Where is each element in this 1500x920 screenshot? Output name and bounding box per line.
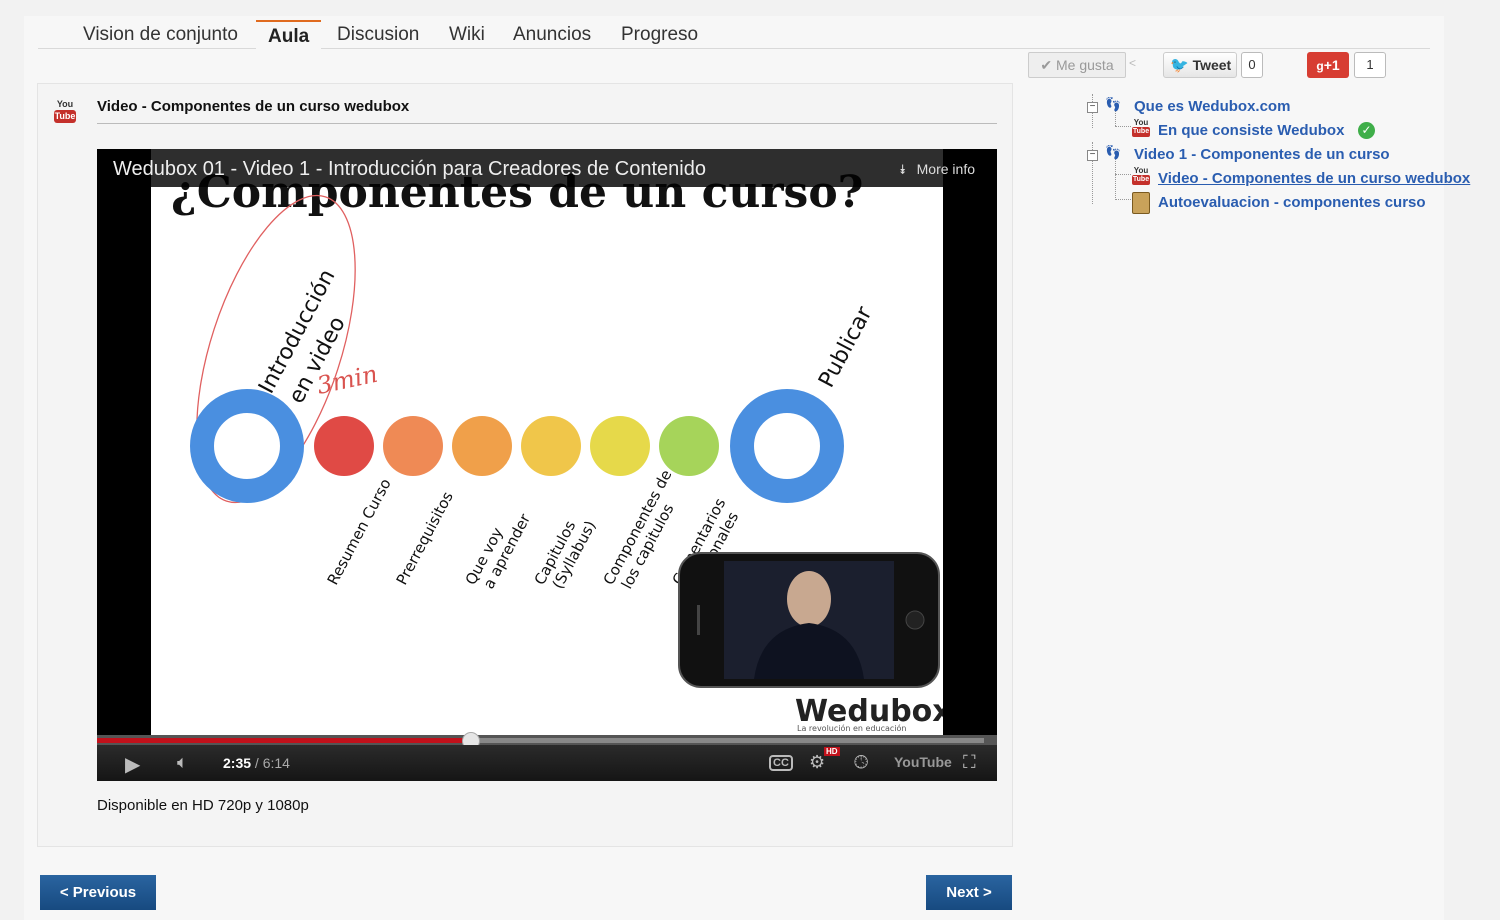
unit-caption: Disponible en HD 720p y 1080p: [97, 797, 309, 814]
clipboard-quiz-icon: [1132, 192, 1150, 214]
fullscreen-icon[interactable]: ⛶: [963, 752, 976, 773]
step-label-2: Prerrequisitos: [393, 488, 457, 587]
video-time: 2:35 / 6:14: [223, 755, 290, 771]
unit-panel: You Tube Video - Componentes de un curso…: [37, 83, 1013, 847]
youtube-icon: You Tube: [1132, 166, 1150, 185]
gplus-label: +1: [1323, 57, 1340, 73]
tab-anuncios[interactable]: Anuncios: [513, 24, 591, 46]
step-circle-2: [383, 416, 443, 476]
hd-badge: HD: [824, 747, 840, 756]
outline-section-1[interactable]: Que es Wedubox.com: [1134, 98, 1290, 115]
tab-vision-de-conjunto[interactable]: Vision de conjunto: [83, 24, 238, 46]
completed-check-icon: ✓: [1358, 122, 1375, 139]
video-title-bar: Wedubox 01 - Video 1 - Introducción para…: [97, 149, 997, 187]
step-circle-4: [521, 416, 581, 476]
played-bar: [97, 738, 470, 743]
start-ring: [190, 389, 304, 503]
brand-tagline: La revolución en educación: [797, 723, 906, 733]
video-frame: ¿Componentes de un curso? Introducción e…: [151, 149, 952, 735]
step-circle-1: [314, 416, 374, 476]
outline-section-2[interactable]: Video 1 - Componentes de un curso: [1134, 146, 1390, 163]
duration: 6:14: [262, 755, 290, 771]
course-nav: Vision de conjunto Aula Discusion Wiki A…: [38, 16, 1430, 52]
video-controls: ▶ 🔈︎ 2:35 / 6:14 CC ⚙ HD 🕓︎ YouTube ⛶: [97, 745, 997, 781]
chevron-left-icon: <: [1129, 56, 1137, 70]
chevron-down-icon: ⯯: [898, 162, 907, 177]
next-button[interactable]: Next >: [926, 875, 1012, 910]
slide-end-label: Publicar: [814, 302, 878, 392]
gplus-count: 1: [1354, 52, 1386, 78]
captions-button[interactable]: CC: [769, 755, 793, 771]
tab-progreso[interactable]: Progreso: [621, 24, 698, 46]
outline-item-current-video[interactable]: Video - Componentes de un curso wedubox: [1158, 170, 1470, 187]
step-circle-5: [590, 416, 650, 476]
video-progress-bar[interactable]: [97, 732, 997, 750]
end-ring: [730, 389, 844, 503]
volume-icon[interactable]: 🔈︎: [177, 752, 188, 773]
more-info-label: More info: [916, 161, 975, 177]
video-title[interactable]: Wedubox 01 - Video 1 - Introducción para…: [113, 158, 706, 181]
settings-gear-icon[interactable]: ⚙: [809, 752, 825, 773]
twitter-bird-icon: 🐦: [1170, 57, 1189, 74]
tweet-count: 0: [1241, 52, 1263, 78]
tweet-label: Tweet: [1192, 57, 1232, 73]
video-player[interactable]: ¿Componentes de un curso? Introducción e…: [97, 149, 997, 781]
play-icon[interactable]: ▶: [125, 752, 140, 777]
slide-graphic: ¿Componentes de un curso? Introducción e…: [171, 167, 952, 733]
youtube-icon: You Tube: [54, 99, 76, 123]
step-label-1: Resumen Curso: [324, 476, 395, 588]
section-2-toggle[interactable]: −: [1087, 150, 1098, 161]
gplus-icon: g: [1316, 59, 1324, 73]
footprints-icon: 👣︎: [1104, 96, 1122, 112]
tweet-button[interactable]: 🐦 Tweet: [1163, 52, 1237, 78]
outline-item-en-que-consiste[interactable]: En que consiste Wedubox: [1158, 122, 1344, 139]
tab-wiki[interactable]: Wiki: [449, 24, 485, 46]
current-time: 2:35: [223, 755, 252, 771]
unit-title: Video - Componentes de un curso wedubox: [97, 98, 997, 124]
footprints-icon: 👣︎: [1104, 144, 1122, 160]
section-1-toggle[interactable]: −: [1087, 102, 1098, 113]
watch-later-clock-icon[interactable]: 🕓︎: [854, 752, 868, 773]
tab-aula[interactable]: Aula: [256, 20, 322, 52]
presenter-phone: [678, 552, 940, 688]
like-button[interactable]: ✔ Me gusta: [1028, 52, 1126, 78]
youtube-icon: You Tube: [1132, 118, 1150, 137]
youtube-logo-button[interactable]: YouTube: [894, 754, 952, 770]
step-circle-6: [659, 416, 719, 476]
slide-steps: Resumen CursoPrerrequisitos Que voya apre…: [314, 416, 742, 592]
outline-item-autoevaluacion[interactable]: Autoevaluacion - componentes curso: [1158, 194, 1426, 211]
tab-discusion[interactable]: Discusion: [337, 24, 419, 46]
check-icon: ✔: [1040, 57, 1053, 73]
more-info-button[interactable]: ⯯ More info: [899, 161, 975, 178]
like-label: Me gusta: [1056, 57, 1114, 73]
previous-button[interactable]: < Previous: [40, 875, 156, 910]
gplus-button[interactable]: g+1: [1307, 52, 1349, 78]
step-circle-3: [452, 416, 512, 476]
